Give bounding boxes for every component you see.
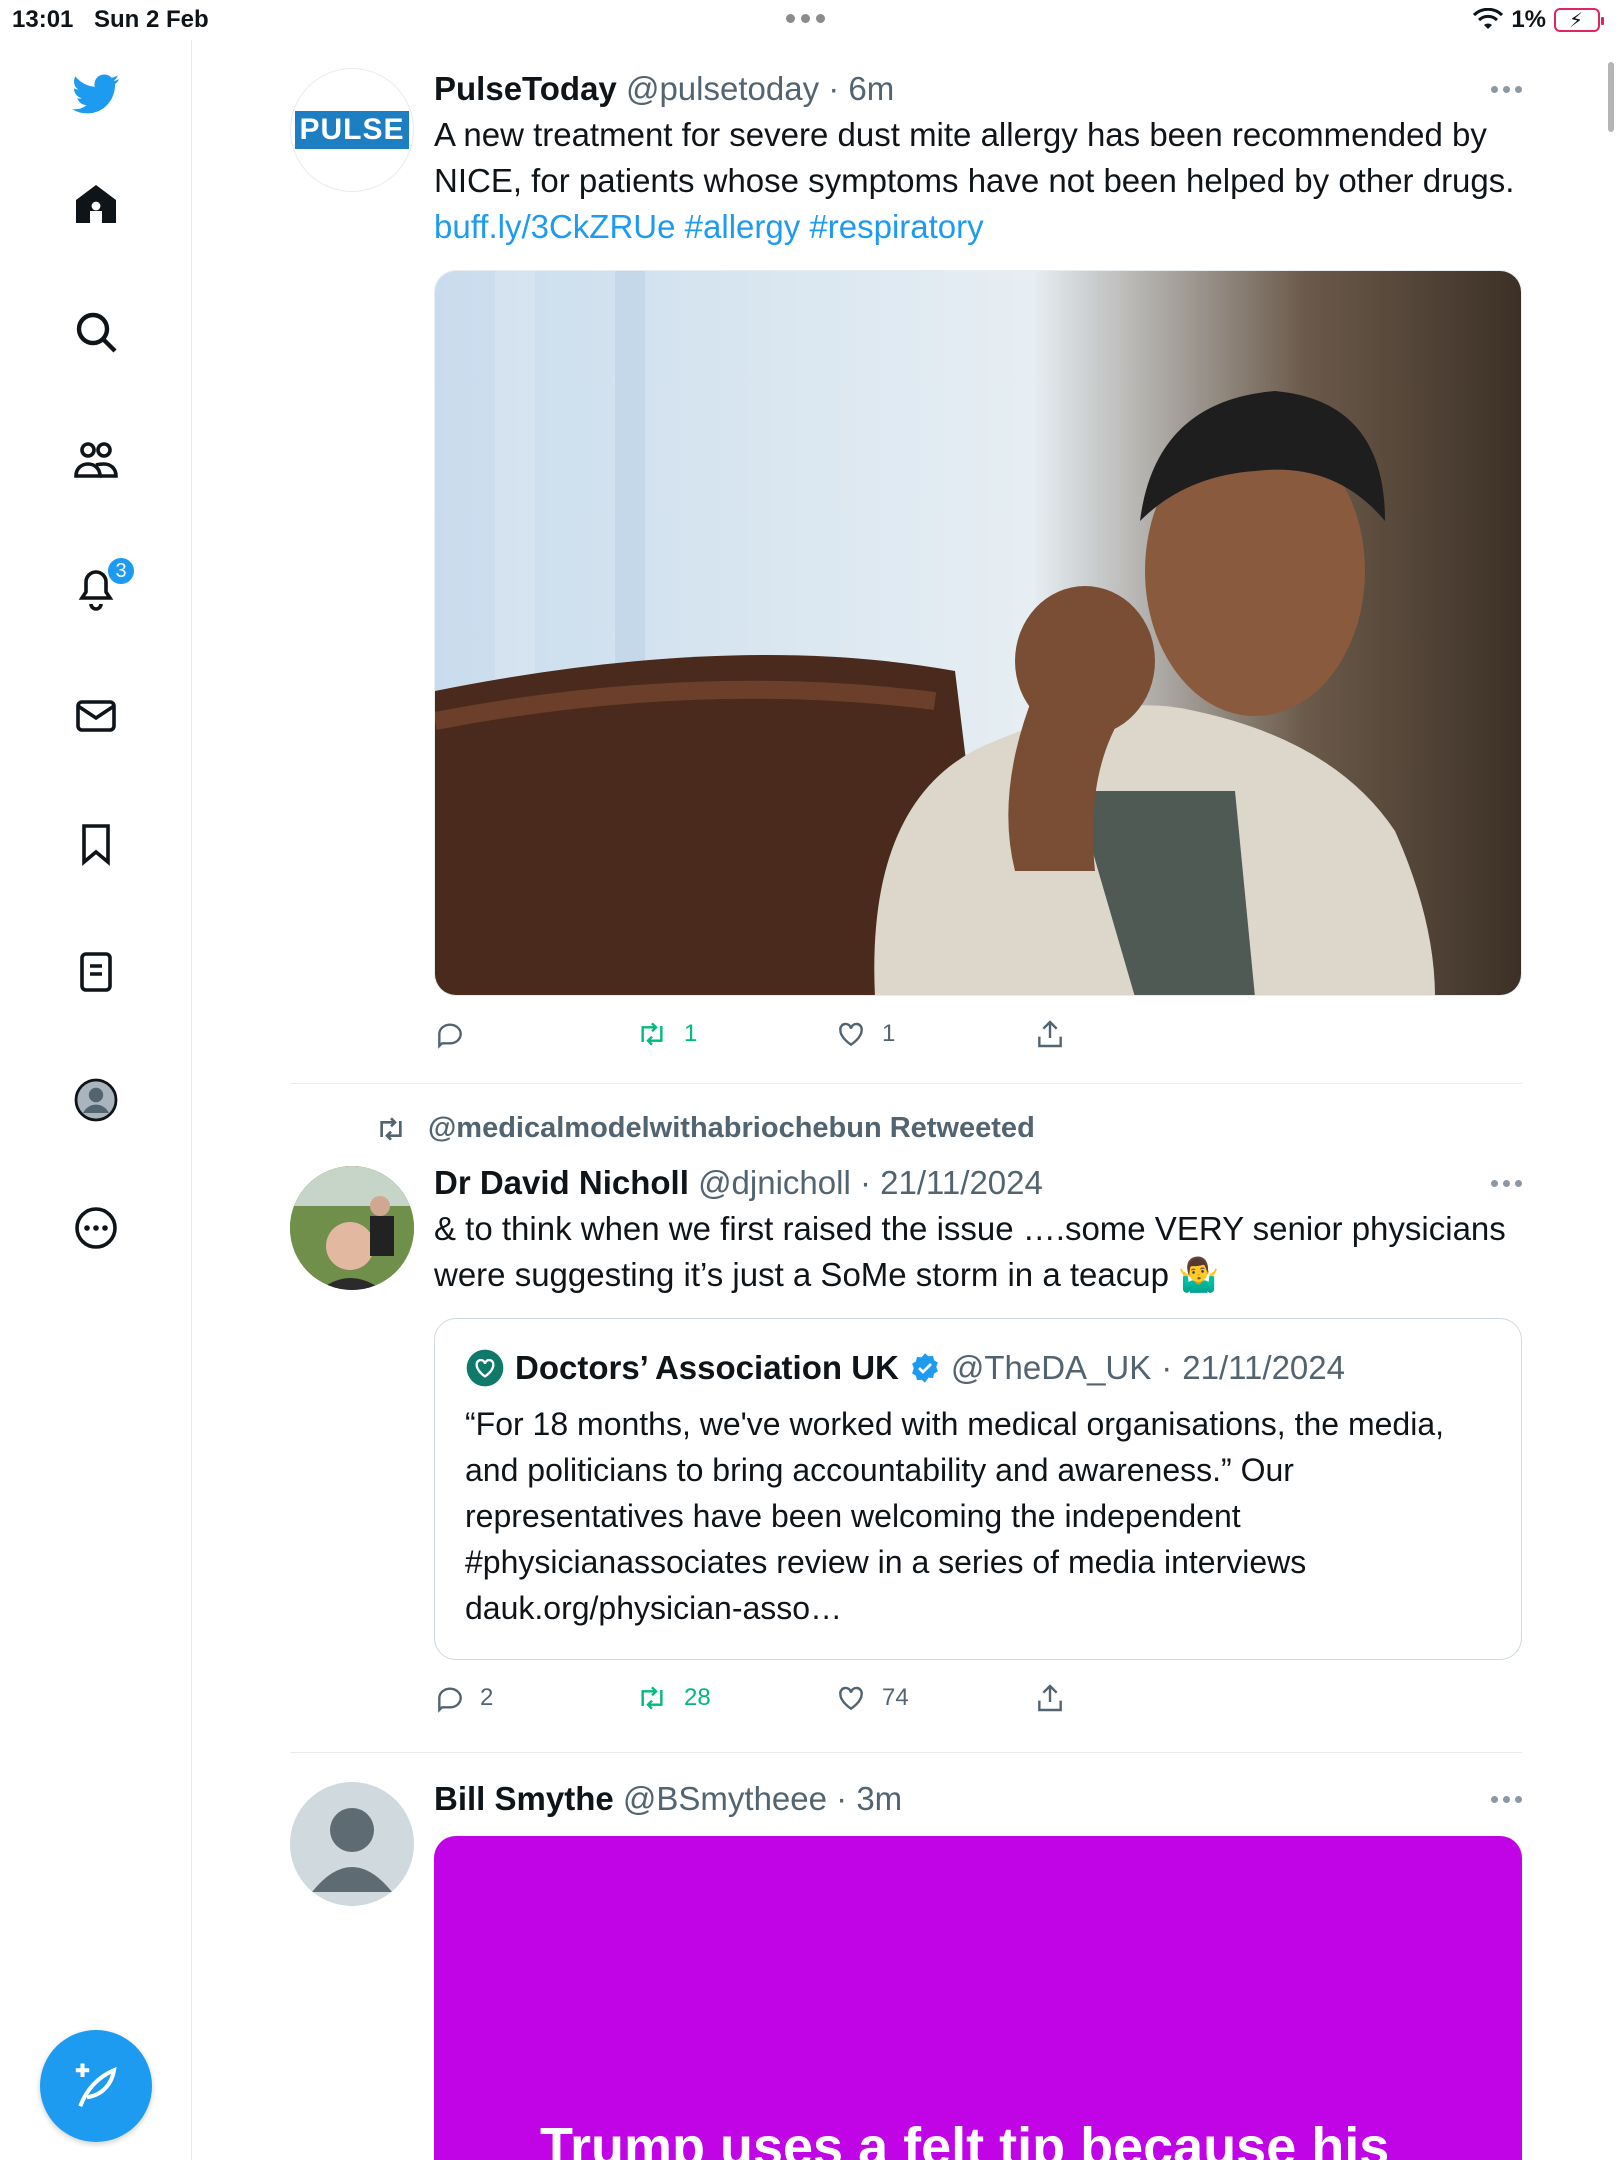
author-name[interactable]: Bill Smythe: [434, 1780, 614, 1817]
retweet-indicator-icon: [380, 1116, 402, 1141]
notifications-badge: 3: [106, 556, 136, 586]
tweet-header: Bill Smythe @BSmytheee · 3m: [434, 1780, 903, 1817]
quoted-author-handle: @TheDA_UK: [950, 1349, 1152, 1386]
like-count: 1: [882, 1020, 896, 1047]
multitask-dots-icon[interactable]: [786, 14, 825, 23]
man-coughing-photo: [435, 271, 1521, 995]
tweet-hashtags[interactable]: #allergy #respiratory: [685, 208, 984, 245]
avatar[interactable]: [290, 1166, 414, 1290]
compose-tweet-button[interactable]: [40, 2030, 152, 2142]
retweeted-by-label: @medicalmodelwithabriochebun Retweeted: [428, 1112, 1035, 1144]
communities-icon[interactable]: [66, 430, 126, 490]
tweet-time[interactable]: 21/11/2024: [880, 1164, 1043, 1201]
tweet-text: A new treatment for severe dust mite all…: [434, 112, 1522, 250]
status-indicators: 1% ⚡: [1473, 6, 1604, 34]
like-button[interactable]: 1: [834, 1018, 895, 1050]
tweet-time[interactable]: 3m: [856, 1780, 902, 1817]
status-date: Sun 2 Feb: [94, 6, 209, 33]
retweet-button[interactable]: 1: [634, 1018, 697, 1050]
profile-icon[interactable]: [66, 1070, 126, 1130]
retweeted-by[interactable]: @medicalmodelwithabriochebun Retweeted: [372, 1112, 1035, 1145]
author-handle[interactable]: @BSmytheee: [623, 1780, 827, 1817]
author-handle[interactable]: @pulsetoday: [626, 70, 819, 107]
search-icon[interactable]: [66, 302, 126, 362]
tweet-actions: 2 28 74: [434, 1674, 1522, 1734]
battery-icon: ⚡: [1554, 8, 1604, 32]
battery-percent: 1%: [1511, 6, 1546, 33]
author-name[interactable]: Dr David Nicholl: [434, 1164, 689, 1201]
author-handle[interactable]: @djnicholl: [698, 1164, 851, 1201]
tweet-header: PulseToday @pulsetoday · 6m: [434, 70, 895, 107]
tweet-time[interactable]: 6m: [848, 70, 894, 107]
retweet-count: 1: [684, 1020, 698, 1047]
wifi-icon: [1473, 8, 1504, 29]
heart-icon: [839, 1022, 863, 1047]
quoted-tweet-header: Doctors’ Association UK @TheDA_UK · 21/11/…: [465, 1347, 1491, 1389]
avatar[interactable]: PULSE: [290, 68, 414, 192]
scroll-indicator[interactable]: [1608, 62, 1614, 132]
tweet-more-icon[interactable]: [1491, 86, 1522, 93]
notifications-icon[interactable]: 3: [66, 556, 136, 618]
heart-icon: [839, 1686, 863, 1711]
like-count: 74: [882, 1684, 909, 1711]
share-icon: [1038, 1020, 1062, 1048]
like-button[interactable]: 74: [834, 1682, 909, 1714]
tweet-link[interactable]: buff.ly/3CkZRUe: [434, 208, 675, 245]
tweet-image[interactable]: [434, 270, 1522, 996]
tweet-divider: [290, 1083, 1522, 1084]
dauk-logo-icon: [466, 1349, 504, 1387]
tweet-image[interactable]: Trump uses a felt tip because his: [434, 1836, 1522, 2160]
tweet-text: & to think when we first raised the issu…: [434, 1210, 1506, 1293]
retweet-button[interactable]: 28: [634, 1682, 711, 1714]
verified-badge-icon: [911, 1353, 938, 1383]
reply-icon: [438, 1023, 462, 1049]
avatar-photo: [290, 1166, 414, 1290]
quoted-tweet-time: 21/11/2024: [1182, 1349, 1345, 1386]
compose-feather-icon: [75, 2063, 117, 2107]
retweet-count: 28: [684, 1684, 711, 1711]
quoted-tweet-text: “For 18 months, we've worked with medica…: [465, 1406, 1444, 1626]
tweet-header: Dr David Nicholl @djnicholl · 21/11/2024: [434, 1164, 1043, 1201]
bookmarks-icon[interactable]: [66, 814, 126, 874]
reply-button[interactable]: [434, 1018, 480, 1050]
share-icon: [1038, 1684, 1062, 1712]
image-caption-text: Trump uses a felt tip because his: [540, 2117, 1390, 2160]
pulse-logo: PULSE: [295, 111, 409, 149]
retweet-icon: [641, 1022, 663, 1046]
author-name[interactable]: PulseToday: [434, 70, 617, 107]
home-icon[interactable]: [66, 174, 126, 234]
reply-count: 2: [480, 1684, 494, 1711]
quoted-author-name: Doctors’ Association UK: [515, 1349, 899, 1386]
status-bar: 13:01 Sun 2 Feb 1% ⚡: [0, 0, 1620, 40]
twitter-logo-icon[interactable]: [66, 64, 126, 124]
tweet-divider: [290, 1752, 1522, 1753]
lists-icon[interactable]: [66, 942, 126, 1002]
share-button[interactable]: [1034, 1018, 1066, 1050]
reply-button[interactable]: 2: [434, 1682, 493, 1714]
retweet-icon: [641, 1686, 663, 1710]
sidebar: 3: [0, 40, 192, 2160]
reply-icon: [438, 1687, 462, 1713]
tweet-more-icon[interactable]: [1491, 1796, 1522, 1803]
status-time: 13:01: [12, 6, 74, 33]
messages-icon[interactable]: [66, 686, 126, 746]
default-avatar[interactable]: [290, 1782, 414, 1906]
more-options-icon[interactable]: [66, 1198, 126, 1258]
quoted-tweet[interactable]: Doctors’ Association UK @TheDA_UK · 21/11/…: [434, 1318, 1522, 1660]
share-button[interactable]: [1034, 1682, 1066, 1714]
tweet-actions: 1 1: [434, 1010, 1522, 1070]
tweet-more-icon[interactable]: [1491, 1180, 1522, 1187]
default-profile-icon: [312, 1808, 392, 1892]
tweet-body: A new treatment for severe dust mite all…: [434, 116, 1515, 199]
